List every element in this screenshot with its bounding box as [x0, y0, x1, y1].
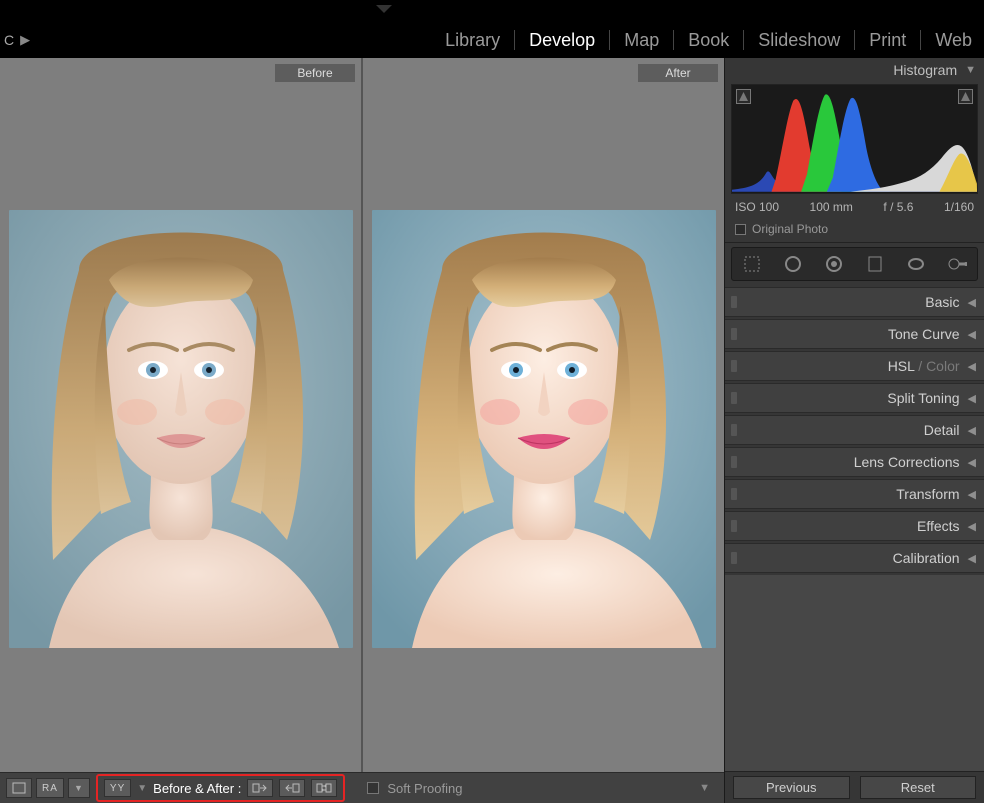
adjustment-brush-tool[interactable] [942, 249, 972, 279]
panel-toggle-switch[interactable] [731, 296, 737, 308]
chevron-left-icon: ◀ [968, 456, 976, 469]
module-picker: C ▶ LibraryDevelopMapBookSlideshowPrintW… [0, 22, 984, 58]
original-photo-label: Original Photo [752, 222, 828, 236]
before-after-view-button[interactable]: YY [104, 779, 131, 797]
panel-toggle-switch[interactable] [731, 328, 737, 340]
before-after-controls-highlight: YY ▼ Before & After : [96, 774, 345, 802]
toolbar-options-dropdown[interactable]: ▼ [699, 782, 714, 794]
module-tab-library[interactable]: Library [431, 22, 514, 58]
shadow-clipping-toggle[interactable] [736, 89, 751, 104]
panel-label: Effects [917, 518, 960, 534]
panel-collapse-indicator[interactable] [376, 5, 392, 13]
panel-toggle-switch[interactable] [731, 552, 737, 564]
original-photo-row: Original Photo [725, 218, 984, 243]
soft-proofing-label: Soft Proofing [387, 781, 462, 796]
tool-strip [731, 247, 978, 281]
panel-label: HSL / Color [888, 358, 960, 374]
panel-head-lens-corrections[interactable]: Lens Corrections ◀ [725, 447, 984, 477]
original-photo-checkbox[interactable] [735, 224, 746, 235]
panel-toggle-switch[interactable] [731, 520, 737, 532]
exif-iso: ISO 100 [735, 200, 779, 214]
chevron-left-icon: ◀ [968, 520, 976, 533]
after-photo[interactable] [372, 210, 716, 648]
chevron-left-icon: ◀ [968, 328, 976, 341]
right-panel-bottom-buttons: Previous Reset [725, 771, 984, 803]
exif-aperture: f / 5.6 [883, 200, 913, 214]
chevron-right-icon: ▶ [20, 32, 30, 48]
panel-label: Calibration [893, 550, 960, 566]
chevron-left-icon: ◀ [968, 424, 976, 437]
before-chip: Before [275, 64, 355, 82]
right-panel: Histogram ▼ [724, 58, 984, 803]
chevron-left-icon: ◀ [968, 552, 976, 565]
panel-head-calibration[interactable]: Calibration ◀ [725, 543, 984, 573]
histogram-header[interactable]: Histogram ▼ [725, 58, 984, 82]
histogram-title: Histogram [893, 62, 957, 78]
panel-toggle-switch[interactable] [731, 392, 737, 404]
breadcrumb[interactable]: C ▶ [4, 32, 30, 48]
exif-info: ISO 100 100 mm f / 5.6 1/160 [725, 198, 984, 218]
chevron-down-icon: ▼ [965, 64, 976, 76]
panel-toggle-switch[interactable] [731, 360, 737, 372]
panel-label: Split Toning [887, 390, 959, 406]
chevron-left-icon: ◀ [968, 296, 976, 309]
titlebar [0, 0, 984, 22]
swap-before-after-button[interactable] [311, 779, 337, 797]
compare-viewer [0, 86, 724, 772]
crop-tool[interactable] [737, 249, 767, 279]
panel-label: Lens Corrections [854, 454, 960, 470]
panel-head-split-toning[interactable]: Split Toning ◀ [725, 383, 984, 413]
exif-shutter: 1/160 [944, 200, 974, 214]
soft-proofing-checkbox[interactable] [367, 782, 379, 794]
before-photo[interactable] [9, 210, 353, 648]
reference-view-button[interactable]: RA [36, 778, 64, 798]
histogram[interactable] [731, 84, 978, 194]
spot-removal-tool[interactable] [778, 249, 808, 279]
reference-view-dropdown[interactable]: ▼ [68, 778, 90, 798]
panel-head-detail[interactable]: Detail ◀ [725, 415, 984, 445]
panel-head-tone-curve[interactable]: Tone Curve ◀ [725, 319, 984, 349]
chevron-left-icon: ◀ [968, 392, 976, 405]
after-chip: After [638, 64, 718, 82]
reset-button[interactable]: Reset [860, 776, 977, 799]
copy-before-to-after-button[interactable] [247, 779, 273, 797]
panel-toggle-switch[interactable] [731, 456, 737, 468]
previous-button[interactable]: Previous [733, 776, 850, 799]
chevron-left-icon: ◀ [968, 360, 976, 373]
red-eye-tool[interactable] [819, 249, 849, 279]
panel-toggle-switch[interactable] [731, 424, 737, 436]
compare-header: Before After [0, 58, 724, 86]
panel-head-hsl[interactable]: HSL / Color ◀ [725, 351, 984, 381]
panel-head-effects[interactable]: Effects ◀ [725, 511, 984, 541]
module-tab-map[interactable]: Map [610, 22, 673, 58]
exif-focal: 100 mm [810, 200, 853, 214]
module-tab-web[interactable]: Web [921, 22, 978, 58]
breadcrumb-letter: C [4, 32, 14, 48]
panel-label: Basic [925, 294, 959, 310]
before-after-label: Before & After : [153, 781, 241, 796]
module-tab-develop[interactable]: Develop [515, 22, 609, 58]
graduated-filter-tool[interactable] [860, 249, 890, 279]
copy-after-to-before-button[interactable] [279, 779, 305, 797]
panel-label: Detail [924, 422, 960, 438]
highlight-clipping-toggle[interactable] [958, 89, 973, 104]
panel-head-basic[interactable]: Basic ◀ [725, 287, 984, 317]
module-tab-book[interactable]: Book [674, 22, 743, 58]
chevron-left-icon: ◀ [968, 488, 976, 501]
viewer-toolbar: RA ▼ YY ▼ Before & After : [0, 772, 724, 803]
before-after-layout-dropdown[interactable]: ▼ [137, 783, 147, 794]
panel-head-transform[interactable]: Transform ◀ [725, 479, 984, 509]
module-tab-slideshow[interactable]: Slideshow [744, 22, 854, 58]
loupe-view-button[interactable] [6, 778, 32, 798]
radial-filter-tool[interactable] [901, 249, 931, 279]
panel-label: Transform [896, 486, 959, 502]
panel-toggle-switch[interactable] [731, 488, 737, 500]
panel-label: Tone Curve [888, 326, 960, 342]
module-tab-print[interactable]: Print [855, 22, 920, 58]
